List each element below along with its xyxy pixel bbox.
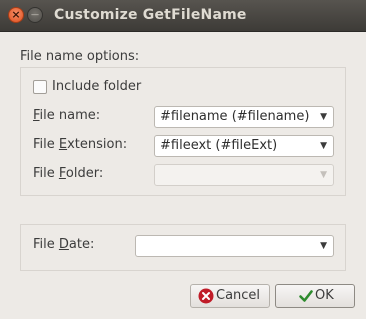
window-title: Customize GetFileName — [54, 7, 247, 23]
chevron-down-icon: ▼ — [320, 112, 327, 122]
file-folder-label: File Folder: — [33, 166, 104, 181]
include-folder-label[interactable]: Include folder — [52, 79, 141, 94]
ok-button[interactable]: OK — [275, 284, 355, 308]
file-name-dropdown[interactable]: #filename (#filename) ▼ — [154, 106, 334, 128]
ok-label: OK — [315, 288, 334, 303]
include-folder-checkbox[interactable] — [33, 80, 47, 94]
chevron-down-icon: ▼ — [320, 170, 327, 180]
window-close-button[interactable]: × — [8, 7, 24, 23]
file-date-dropdown[interactable]: ▼ — [135, 235, 334, 257]
file-extension-label: File Extension: — [33, 137, 128, 152]
cancel-label: Cancel — [216, 288, 261, 303]
chevron-down-icon: ▼ — [320, 241, 327, 251]
title-bar: × — Customize GetFileName — [0, 0, 366, 32]
cancel-icon — [198, 288, 214, 304]
window-minimize-button[interactable]: — — [27, 7, 43, 23]
cancel-button[interactable]: Cancel — [190, 284, 270, 308]
file-folder-dropdown: ▼ — [154, 164, 334, 186]
file-name-label: File name: — [33, 108, 101, 123]
checkmark-icon — [299, 290, 313, 302]
file-extension-value: #fileext (#fileExt) — [160, 138, 278, 153]
file-extension-dropdown[interactable]: #fileext (#fileExt) ▼ — [154, 135, 334, 157]
chevron-down-icon: ▼ — [320, 141, 327, 151]
file-date-label: File Date: — [33, 237, 95, 252]
file-name-value: #filename (#filename) — [160, 109, 310, 124]
file-name-options-label: File name options: — [20, 49, 140, 64]
